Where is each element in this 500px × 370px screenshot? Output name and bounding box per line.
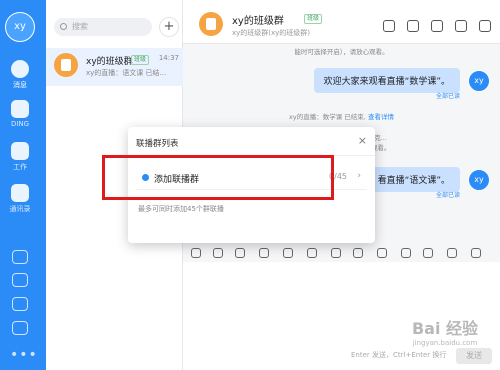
folder-icon[interactable]: [331, 248, 341, 258]
system-message-text: xy的直播：数学课 已结束,: [289, 113, 366, 121]
user-avatar[interactable]: xy: [5, 12, 35, 42]
share-icon[interactable]: [12, 250, 28, 264]
clock-icon[interactable]: [407, 20, 419, 32]
conversation-subtitle: xy的班级群(xy的班级群): [232, 29, 311, 37]
upload-icon[interactable]: [377, 248, 387, 258]
read-status: 全部已读: [435, 192, 460, 199]
chat-preview: xy的直播：语文课 已结...: [86, 69, 167, 77]
class-badge: 班级: [131, 55, 150, 65]
list-icon[interactable]: [401, 248, 411, 258]
search-input[interactable]: 搜索: [54, 18, 152, 36]
calendar-icon[interactable]: [455, 20, 467, 32]
close-icon[interactable]: ×: [358, 134, 367, 147]
phone-icon[interactable]: [423, 248, 433, 258]
watermark: Bai 经验 jingyan.baidu.com: [395, 315, 495, 347]
page-title: xy的班级群: [232, 16, 284, 27]
nav-contacts[interactable]: 通讯录: [0, 184, 40, 214]
search-icon: [60, 23, 67, 30]
nav-ding[interactable]: DING: [0, 100, 40, 128]
more-icon[interactable]: •••: [10, 347, 38, 363]
left-nav-bar: xy 消息 DING 工作 通讯录 •••: [0, 0, 46, 370]
system-message: xy的直播：数学课 已结束, 查看详情: [183, 111, 500, 121]
message-bubble[interactable]: 看直播“语文课”。: [367, 167, 460, 192]
nav-messages-label: 消息: [13, 81, 27, 89]
message-bubble[interactable]: 欢迎大家来观看直播“数学课”。: [313, 68, 460, 93]
video-icon[interactable]: [447, 248, 457, 258]
image-icon[interactable]: [353, 248, 363, 258]
input-toolbar: [183, 246, 500, 262]
more-icon[interactable]: [471, 248, 481, 258]
list-item[interactable]: xy的班级群 班级 14:37 xy的直播：语文课 已结...: [46, 48, 183, 86]
folder-icon[interactable]: [431, 20, 443, 32]
class-badge: 班级: [304, 14, 323, 24]
chat-time: 14:37: [158, 54, 179, 62]
nav-ding-label: DING: [10, 120, 30, 128]
gif-icon[interactable]: [191, 248, 201, 258]
send-button[interactable]: 发送: [456, 348, 492, 364]
chat-icon[interactable]: [307, 248, 317, 258]
chevron-right-icon: ›: [357, 171, 361, 181]
avatar[interactable]: xy: [468, 70, 490, 92]
group-avatar[interactable]: [199, 12, 223, 36]
system-message: 能时可选择开启），请放心观看。: [294, 48, 389, 56]
scissors-icon[interactable]: [259, 248, 269, 258]
nav-contacts-label: 通讯录: [9, 205, 31, 213]
mail-icon[interactable]: [12, 321, 28, 335]
cloud-icon[interactable]: [12, 297, 28, 311]
conversation-header: xy的班级群 班级 xy的班级群(xy的班级群): [183, 0, 500, 44]
group-avatar: [54, 53, 78, 77]
highlight-box: [102, 155, 334, 200]
thumbs-up-icon[interactable]: [235, 248, 245, 258]
view-details-link[interactable]: 查看详情: [368, 113, 394, 121]
add-button[interactable]: +: [159, 17, 179, 37]
read-status: 全部已读: [435, 93, 460, 100]
at-icon[interactable]: [283, 248, 293, 258]
more-icon[interactable]: [479, 20, 491, 32]
watermark-sub: jingyan.baidu.com: [412, 339, 478, 347]
nav-work-label: 工作: [13, 163, 27, 171]
emoji-icon[interactable]: [213, 248, 223, 258]
chat-bubble-icon: [11, 60, 29, 78]
search-placeholder: 搜索: [72, 22, 88, 31]
avatar[interactable]: xy: [468, 169, 490, 191]
nav-messages[interactable]: 消息: [0, 60, 40, 90]
megaphone-icon[interactable]: [383, 20, 395, 32]
phone-icon[interactable]: [12, 273, 28, 287]
dialog-title: 联播群列表: [136, 139, 179, 149]
input-hint: Enter 发送，Ctrl+Enter 换行: [351, 351, 447, 359]
contacts-icon: [11, 184, 29, 202]
chat-name: xy的班级群: [86, 57, 133, 67]
grid-icon: [11, 142, 29, 160]
ding-icon: [11, 100, 29, 118]
watermark-text: Bai 经验: [411, 319, 479, 338]
dialog-note: 最多可同时添加45个群联播: [138, 205, 224, 213]
nav-work[interactable]: 工作: [0, 142, 40, 172]
